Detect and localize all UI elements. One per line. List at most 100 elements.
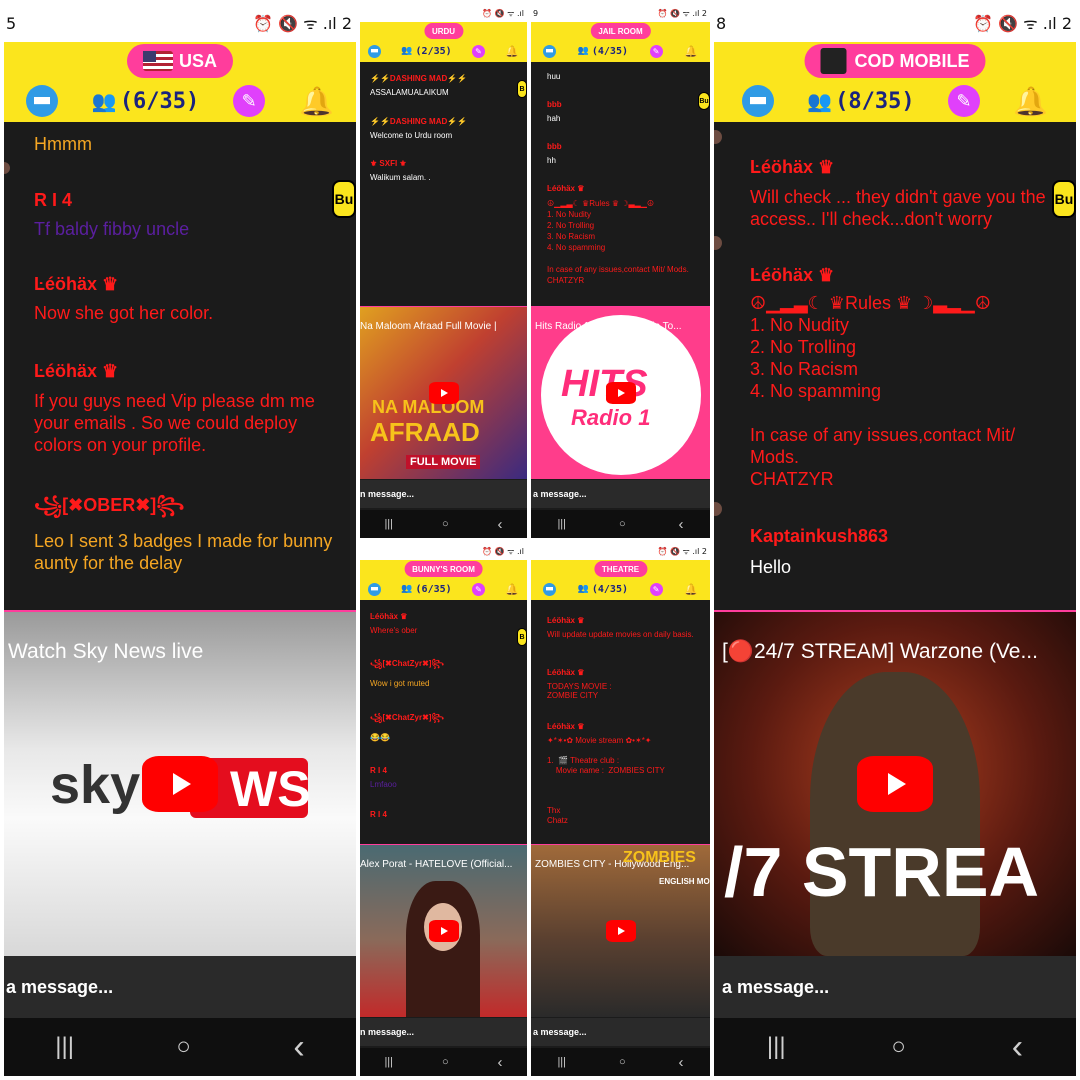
chat-bubbles-icon[interactable] xyxy=(368,44,381,58)
member-count[interactable]: 👥 (4/35) xyxy=(578,46,628,57)
back-icon[interactable]: ‹ xyxy=(679,516,684,533)
member-count[interactable]: 👥 (6/35) xyxy=(92,89,199,114)
bell-icon[interactable]: 🔔 xyxy=(684,583,698,596)
message-username[interactable]: Ŀéöhäx ♛ xyxy=(547,668,703,677)
room-name-pill[interactable]: COD MOBILE xyxy=(804,44,986,78)
users-group-icon: 👥 xyxy=(91,89,117,113)
chat-message: ꧁[✖ChatZyr✖]꧂ Wow i got muted xyxy=(370,658,520,688)
side-button[interactable]: Bu xyxy=(1052,180,1076,218)
video-player[interactable]: Alex Porat - HATELOVE (Official... xyxy=(360,844,527,1017)
youtube-play-icon[interactable] xyxy=(605,920,636,942)
message-username[interactable]: Kaptainkush863 xyxy=(750,526,1068,547)
users-group-icon: 👥 xyxy=(401,46,413,56)
bell-icon[interactable]: 🔔 xyxy=(505,583,519,596)
youtube-play-icon[interactable] xyxy=(142,756,218,812)
message-username[interactable]: R I 4 xyxy=(34,190,334,211)
pencil-icon[interactable]: ✎ xyxy=(471,44,485,58)
pencil-icon[interactable]: ✎ xyxy=(233,85,266,117)
recent-apps-icon[interactable]: ||| xyxy=(384,1056,393,1068)
bell-icon[interactable]: 🔔 xyxy=(299,85,334,118)
pencil-icon[interactable]: ✎ xyxy=(947,85,980,117)
message-username[interactable]: bbb xyxy=(547,100,697,109)
back-icon[interactable]: ‹ xyxy=(1012,1028,1023,1067)
home-icon[interactable]: ○ xyxy=(619,1056,626,1068)
bell-icon[interactable]: 🔔 xyxy=(684,45,698,58)
message-input[interactable]: a message... xyxy=(4,956,356,1018)
chat-bubbles-icon[interactable] xyxy=(368,582,381,596)
message-username[interactable]: ⚡⚡DASHING MAD⚡⚡ xyxy=(370,117,520,126)
back-icon[interactable]: ‹ xyxy=(679,1054,684,1071)
video-player[interactable]: ZOMBIES CITY - Hollywood Eng... ZOMBIES … xyxy=(531,844,710,1017)
member-count[interactable]: 👥 (2/35) xyxy=(401,46,451,57)
home-icon[interactable]: ○ xyxy=(442,518,449,530)
message-username[interactable]: Ŀéöhäx ♛ xyxy=(547,184,703,193)
message-input[interactable]: a message... xyxy=(714,956,1076,1018)
back-icon[interactable]: ‹ xyxy=(293,1028,304,1067)
bell-icon[interactable]: 🔔 xyxy=(505,45,519,58)
message-username[interactable]: Ŀéöhäx ♛ xyxy=(547,722,703,731)
video-player[interactable]: Hits Radio 1 Live Pop Radio To... HITS R… xyxy=(531,306,710,479)
chat-bubbles-icon[interactable] xyxy=(742,85,774,117)
recent-apps-icon[interactable]: ||| xyxy=(557,1056,566,1068)
status-icons: ⏰ 🔇 ᯤ .ıl xyxy=(482,546,524,556)
message-username[interactable]: ⚜ SXFI ⚜ xyxy=(370,159,520,168)
message-username[interactable]: Ŀéöhäx ♛ xyxy=(34,274,334,295)
chat-message: Ŀéöhäx ♛ ☮▁▂▃☾ ♛Rules ♛ ☽▃▂▁☮ 1. No Nudi… xyxy=(547,184,703,286)
back-icon[interactable]: ‹ xyxy=(498,1054,503,1071)
side-button[interactable]: B xyxy=(517,80,527,98)
member-count[interactable]: 👥 (6/35) xyxy=(401,584,451,595)
pencil-icon[interactable]: ✎ xyxy=(649,582,663,596)
youtube-play-icon[interactable] xyxy=(428,382,459,404)
message-username[interactable]: Ŀéöhäx ♛ xyxy=(34,360,334,382)
message-username[interactable]: ꧁[✖ChatZyr✖]꧂ xyxy=(370,712,520,728)
home-icon[interactable]: ○ xyxy=(176,1033,191,1061)
message-username[interactable]: R I 4 xyxy=(370,810,520,819)
message-username[interactable]: ⚡⚡DASHING MAD⚡⚡ xyxy=(370,74,520,83)
message-username[interactable]: ꧁[✖OBER✖]꧂ xyxy=(34,494,344,516)
bell-icon[interactable]: 🔔 xyxy=(1013,85,1048,118)
member-count[interactable]: 👥 (4/35) xyxy=(578,584,628,595)
message-input[interactable]: a message... xyxy=(531,480,710,508)
message-username[interactable]: ꧁[✖ChatZyr✖]꧂ xyxy=(370,658,520,674)
chat-bubbles-icon[interactable] xyxy=(26,85,58,117)
message-username[interactable]: Ŀéöhäx ♛ xyxy=(547,616,703,625)
message-username[interactable]: Ŀéöhäx ♛ xyxy=(750,264,1068,286)
usa-room-screen: 5 ⏰ 🔇 ᯤ .ıl 2 USA 👥 (6/35) ✎ 🔔 Hmmm R I … xyxy=(4,4,356,1076)
video-player[interactable]: Na Maloom Afraad Full Movie | NA MALOOM … xyxy=(360,306,527,479)
member-count[interactable]: 👥 (8/35) xyxy=(807,89,914,114)
home-icon[interactable]: ○ xyxy=(619,518,626,530)
video-player[interactable]: [🔴24/7 STREAM] Warzone (Ve... /7 STREA xyxy=(714,610,1076,956)
message-username[interactable]: Ŀéöhäx ♛ xyxy=(750,156,1068,178)
side-button[interactable]: B xyxy=(517,628,527,646)
bunnys-room-screen: ⏰ 🔇 ᯤ .ıl BUNNY'S ROOM 👥 (6/35) ✎ 🔔 Ŀéöh… xyxy=(360,542,527,1076)
side-button[interactable]: Bu xyxy=(332,180,356,218)
home-icon[interactable]: ○ xyxy=(442,1056,449,1068)
recent-apps-icon[interactable]: ||| xyxy=(55,1033,74,1061)
youtube-play-icon[interactable] xyxy=(428,920,459,942)
message-username[interactable]: bbb xyxy=(547,142,697,151)
side-button[interactable]: Bu xyxy=(698,92,710,110)
chat-bubbles-icon[interactable] xyxy=(543,44,556,58)
chat-bubbles-icon[interactable] xyxy=(543,582,556,596)
room-name-pill[interactable]: JAIL ROOM xyxy=(590,23,651,39)
youtube-play-icon[interactable] xyxy=(857,756,933,812)
message-username[interactable]: Ŀéöhäx ♛ xyxy=(370,612,520,621)
recent-apps-icon[interactable]: ||| xyxy=(557,518,566,530)
room-name-pill[interactable]: THEATRE xyxy=(593,561,648,577)
recent-apps-icon[interactable]: ||| xyxy=(384,518,393,530)
room-name-pill[interactable]: URDU xyxy=(423,23,464,39)
pencil-icon[interactable]: ✎ xyxy=(471,582,485,596)
video-player[interactable]: Watch Sky News live sky WS xyxy=(4,610,356,956)
pencil-icon[interactable]: ✎ xyxy=(649,44,663,58)
back-icon[interactable]: ‹ xyxy=(498,516,503,533)
room-name-pill[interactable]: USA xyxy=(126,44,234,78)
home-icon[interactable]: ○ xyxy=(891,1033,906,1061)
message-text: Where's ober xyxy=(370,626,418,635)
message-input[interactable]: n message... xyxy=(360,1018,527,1046)
youtube-play-icon[interactable] xyxy=(605,382,636,404)
message-username[interactable]: R I 4 xyxy=(370,766,520,775)
message-input[interactable]: a message... xyxy=(531,1018,710,1046)
message-input[interactable]: n message... xyxy=(360,480,527,508)
recent-apps-icon[interactable]: ||| xyxy=(767,1033,786,1061)
room-name-pill[interactable]: BUNNY'S ROOM xyxy=(404,561,483,577)
